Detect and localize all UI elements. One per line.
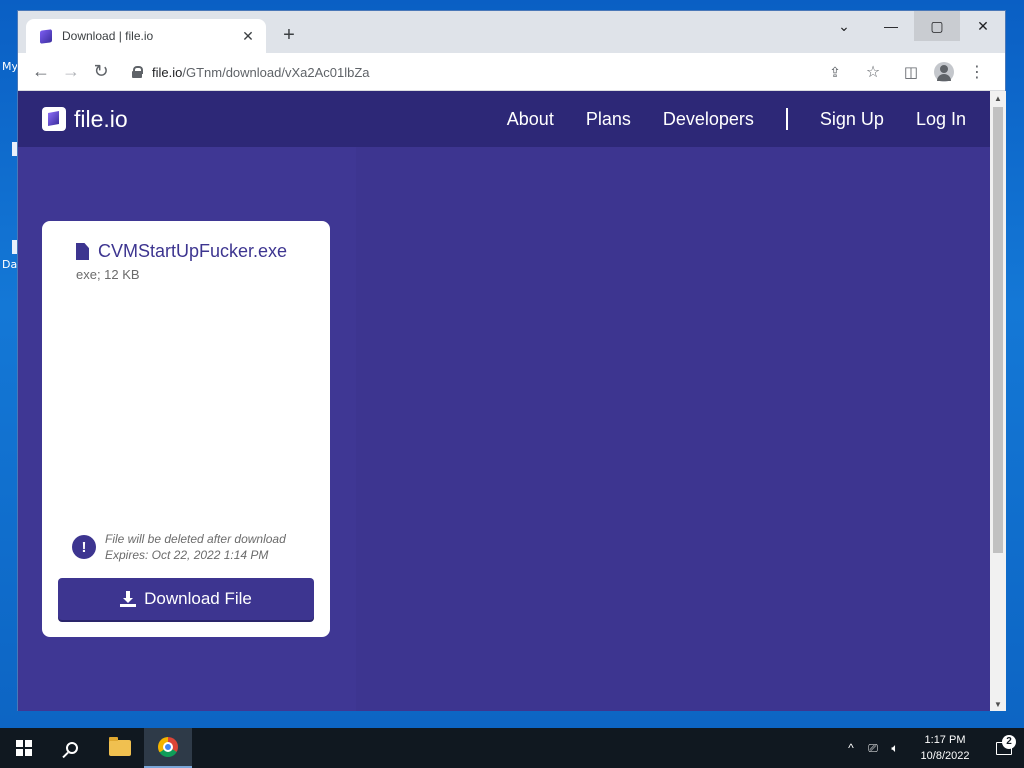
desktop-icon-label-my[interactable]: My [2, 60, 18, 73]
star-icon[interactable]: ☆ [858, 57, 888, 87]
site-header: file.io About Plans Developers Sign Up L… [18, 91, 990, 147]
profile-avatar-icon[interactable] [934, 62, 954, 82]
file-header: CVMStartUpFucker.exe [76, 241, 287, 262]
back-arrow-icon[interactable]: ← [26, 57, 56, 87]
notice-delete-line: File will be deleted after download [105, 532, 286, 546]
taskbar-search-button[interactable] [48, 728, 96, 768]
site-nav-links: About Plans Developers Sign Up Log In [475, 108, 966, 130]
file-io-favicon-icon [40, 28, 52, 44]
start-button[interactable] [0, 728, 48, 768]
tab-search-button[interactable]: ⌄ [821, 11, 867, 41]
clock-date: 10/8/2022 [920, 750, 970, 762]
action-center-button[interactable]: 2 [984, 734, 1024, 755]
taskbar-chrome[interactable] [144, 728, 192, 768]
file-io-logo-icon [42, 107, 66, 131]
download-file-button[interactable]: Download File [58, 578, 314, 620]
url-text[interactable]: file.io/GTnm/download/vXa2Ac01lbZa [152, 65, 820, 80]
scroll-down-icon[interactable]: ▼ [990, 697, 1006, 711]
volume-icon[interactable]: 🔈︎ [884, 741, 906, 756]
nav-plans[interactable]: Plans [586, 109, 631, 130]
close-icon[interactable]: ✕ [240, 28, 256, 45]
nav-log-in[interactable]: Log In [916, 109, 966, 130]
taskbar: ^ ⎚ 🔈︎ 1:17 PM 10/8/2022 2 [0, 728, 1024, 768]
exclamation-icon: ! [72, 535, 96, 559]
scrollbar-thumb[interactable] [993, 107, 1003, 553]
side-panel-icon[interactable]: ◫ [896, 57, 926, 87]
url-path: /GTnm/download/vXa2Ac01lbZa [182, 64, 370, 80]
expiry-notice: ! File will be deleted after download Ex… [72, 531, 286, 563]
download-button-label: Download File [144, 589, 252, 608]
reload-icon[interactable]: ↻ [86, 57, 116, 87]
logo-text: file.io [74, 105, 128, 132]
forward-arrow-icon[interactable]: → [56, 57, 86, 87]
page-scrollbar[interactable]: ▲ ▼ [990, 91, 1006, 711]
search-icon [66, 742, 78, 754]
clock-time: 1:17 PM [924, 734, 966, 746]
page-viewport: file.io About Plans Developers Sign Up L… [18, 91, 990, 711]
url-host: file.io [152, 64, 183, 80]
notice-expires-line: Expires: Oct 22, 2022 1:14 PM [105, 548, 269, 562]
system-tray: ^ ⎚ 🔈︎ 1:17 PM 10/8/2022 2 [840, 728, 1024, 768]
file-name: CVMStartUpFucker.exe [98, 241, 288, 261]
download-icon [120, 591, 137, 607]
tab-download[interactable]: Download | file.io ✕ [26, 19, 266, 53]
file-meta: exe; 12 KB [76, 267, 140, 282]
folder-icon [109, 737, 131, 756]
nav-sign-up[interactable]: Sign Up [820, 109, 884, 130]
address-bar[interactable]: file.io/GTnm/download/vXa2Ac01lbZa ⇪ ☆ ◫… [128, 57, 998, 87]
minimize-button[interactable]: — [868, 11, 914, 41]
tab-title: Download | file.io [62, 29, 154, 43]
browser-toolbar: ← → ↻ file.io/GTnm/download/vXa2Ac01lbZa… [18, 53, 1005, 91]
network-icon[interactable]: ⎚ [862, 741, 884, 756]
chrome-icon [158, 737, 178, 757]
nav-about[interactable]: About [507, 109, 554, 130]
windows-logo-icon [16, 740, 32, 756]
maximize-button[interactable]: ▢ [914, 11, 960, 41]
chevron-up-icon[interactable]: ^ [840, 741, 862, 755]
close-window-button[interactable]: ✕ [960, 11, 1006, 41]
desktop-icon-label-da[interactable]: Da [2, 258, 17, 271]
system-clock[interactable]: 1:17 PM 10/8/2022 [906, 732, 984, 764]
notification-badge: 2 [1002, 734, 1016, 749]
notice-text: File will be deleted after download Expi… [105, 531, 286, 563]
browser-window: Download | file.io ✕ + ⌄ — ▢ ✕ ← → ↻ fil… [17, 10, 1006, 711]
file-icon [76, 243, 89, 260]
nav-divider [785, 108, 788, 130]
scroll-up-icon[interactable]: ▲ [990, 91, 1006, 105]
more-menu-icon[interactable]: ⋮ [962, 57, 992, 87]
nav-developers[interactable]: Developers [663, 109, 754, 130]
site-logo[interactable]: file.io [42, 106, 128, 133]
share-icon[interactable]: ⇪ [820, 57, 850, 87]
lock-icon[interactable] [132, 66, 143, 78]
file-card: CVMStartUpFucker.exe exe; 12 KB ! File w… [42, 221, 330, 637]
taskbar-file-explorer[interactable] [96, 728, 144, 768]
tab-strip: Download | file.io ✕ + ⌄ — ▢ ✕ [18, 11, 1005, 53]
new-tab-button[interactable]: + [278, 25, 300, 45]
